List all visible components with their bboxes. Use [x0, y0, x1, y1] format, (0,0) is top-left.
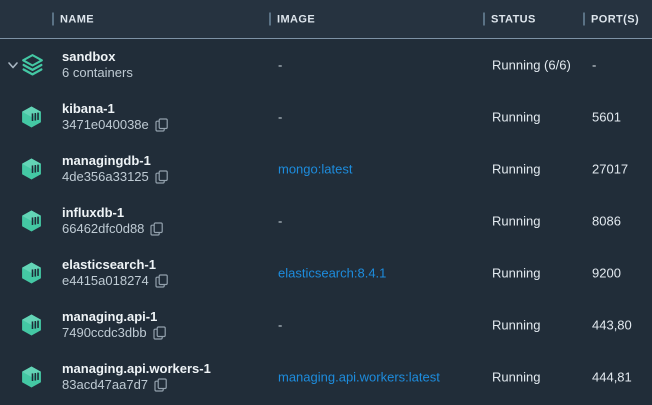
container-status: Running [492, 214, 540, 229]
column-header-ports[interactable]: PORT(S) [583, 13, 639, 26]
column-separator [583, 13, 585, 26]
image-cell: - [278, 110, 282, 125]
container-icon [20, 314, 43, 337]
container-ports: 8086 [592, 214, 621, 229]
copy-icon[interactable] [155, 118, 168, 132]
image-value: - [278, 110, 282, 125]
column-separator [269, 13, 271, 26]
stack-icon [20, 53, 45, 78]
container-status: Running [492, 110, 540, 125]
name-block: managing.api-1 7490ccdc3dbb [62, 309, 166, 341]
copy-icon[interactable] [155, 170, 168, 184]
container-name: managingdb-1 [62, 153, 168, 169]
container-ports: 5601 [592, 110, 621, 125]
name-block: influxdb-1 66462dfc0d88 [62, 205, 163, 237]
container-icon [20, 262, 43, 285]
table-row[interactable]: managing.api.workers-1 83acd47aa7d7 mana… [0, 351, 652, 403]
name-block: managingdb-1 4de356a33125 [62, 153, 168, 185]
image-link[interactable]: mongo:latest [278, 162, 352, 177]
image-link[interactable]: elasticsearch:8.4.1 [278, 266, 386, 281]
image-link[interactable]: managing.api.workers:latest [278, 370, 440, 385]
column-header-status-label: STATUS [491, 13, 536, 25]
name-block: managing.api.workers-1 83acd47aa7d7 [62, 361, 211, 393]
containers-table: NAME IMAGE STATUS PORT(S) [0, 0, 652, 405]
container-name: sandbox [62, 49, 133, 65]
image-cell: - [278, 58, 282, 73]
table-row[interactable]: kibana-1 3471e040038e - Running 5601 [0, 91, 652, 143]
container-icon [20, 106, 43, 129]
container-status: Running [492, 318, 540, 333]
copy-icon[interactable] [150, 222, 163, 236]
image-value: - [278, 318, 282, 333]
group-subtitle: 6 containers [62, 65, 133, 81]
column-header-name[interactable]: NAME [52, 13, 94, 26]
name-block: elasticsearch-1 e4415a018274 [62, 257, 168, 289]
table-row[interactable]: managingdb-1 4de356a33125 mongo:latest R… [0, 143, 652, 195]
container-name: managing.api-1 [62, 309, 166, 325]
container-status: Running [492, 162, 540, 177]
column-header-status[interactable]: STATUS [483, 13, 536, 26]
table-body: sandbox 6 containers - Running (6/6) - [0, 39, 652, 403]
container-ports: - [592, 58, 596, 73]
copy-icon[interactable] [153, 326, 166, 340]
container-icon [20, 210, 43, 233]
container-status: Running [492, 266, 540, 281]
container-status: Running [492, 370, 540, 385]
image-value: - [278, 58, 282, 73]
container-name: managing.api.workers-1 [62, 361, 211, 377]
container-id: 3471e040038e [62, 117, 149, 133]
name-block: sandbox 6 containers [62, 49, 133, 81]
container-name: influxdb-1 [62, 205, 163, 221]
image-cell: - [278, 214, 282, 229]
container-status: Running (6/6) [492, 58, 571, 73]
column-header-ports-label: PORT(S) [591, 13, 639, 25]
container-id: e4415a018274 [62, 273, 149, 289]
image-cell: elasticsearch:8.4.1 [278, 266, 386, 281]
container-id: 7490ccdc3dbb [62, 325, 147, 341]
container-ports: 444,81 [592, 370, 632, 385]
container-name: kibana-1 [62, 101, 168, 117]
container-name: elasticsearch-1 [62, 257, 168, 273]
container-ports: 9200 [592, 266, 621, 281]
column-header-image[interactable]: IMAGE [269, 13, 315, 26]
container-icon [20, 158, 43, 181]
image-cell: managing.api.workers:latest [278, 370, 440, 385]
column-header-image-label: IMAGE [277, 13, 315, 25]
column-separator [52, 13, 54, 26]
container-icon [20, 366, 43, 389]
container-ports: 27017 [592, 162, 628, 177]
table-row[interactable]: managing.api-1 7490ccdc3dbb - Running 44… [0, 299, 652, 351]
table-row[interactable]: influxdb-1 66462dfc0d88 - Running 8086 [0, 195, 652, 247]
column-header-name-label: NAME [60, 13, 94, 25]
container-id: 83acd47aa7d7 [62, 377, 148, 393]
name-block: kibana-1 3471e040038e [62, 101, 168, 133]
table-header: NAME IMAGE STATUS PORT(S) [0, 0, 652, 39]
table-row-group[interactable]: sandbox 6 containers - Running (6/6) - [0, 39, 652, 91]
container-ports: 443,80 [592, 318, 632, 333]
container-id: 4de356a33125 [62, 169, 149, 185]
column-separator [483, 13, 485, 26]
image-value: - [278, 214, 282, 229]
image-cell: - [278, 318, 282, 333]
copy-icon[interactable] [155, 274, 168, 288]
container-id: 66462dfc0d88 [62, 221, 144, 237]
chevron-down-icon[interactable] [7, 60, 19, 70]
table-row[interactable]: elasticsearch-1 e4415a018274 elasticsear… [0, 247, 652, 299]
copy-icon[interactable] [154, 378, 167, 392]
image-cell: mongo:latest [278, 162, 352, 177]
